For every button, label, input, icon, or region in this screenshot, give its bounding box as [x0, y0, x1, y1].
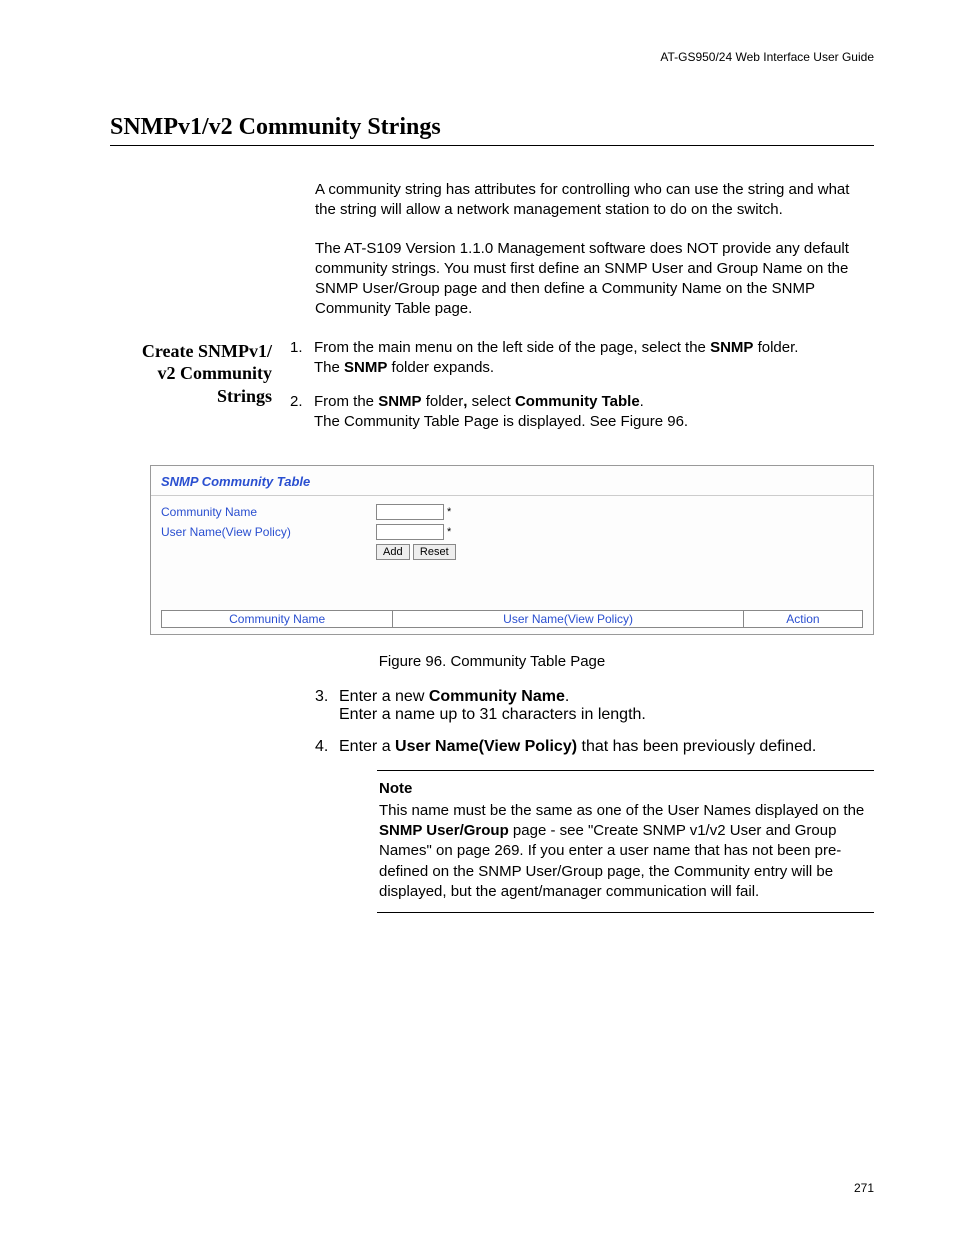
- subsection-heading-line3: Strings: [217, 386, 272, 406]
- step-4-text-b: that has been previously defined.: [577, 738, 816, 755]
- note-text-1: This name must be the same as one of the…: [379, 802, 864, 819]
- col-user-name: User Name(View Policy): [393, 610, 744, 627]
- required-star-icon: *: [447, 506, 451, 518]
- subsection-heading-line2: v2 Community: [157, 363, 272, 383]
- intro-paragraph-1: A community string has attributes for co…: [315, 180, 874, 221]
- step-number: 2.: [290, 392, 314, 433]
- user-name-input[interactable]: [376, 524, 444, 540]
- step-4: 4. Enter a User Name(View Policy) that h…: [315, 738, 874, 914]
- step-2-text-b: folder: [422, 393, 464, 410]
- screenshot-title: SNMP Community Table: [151, 466, 873, 491]
- step-1-text-a: From the main menu on the left side of t…: [314, 339, 710, 356]
- step-1-bold-c: SNMP: [344, 359, 387, 376]
- required-star-icon: *: [447, 526, 451, 538]
- community-table-screenshot: SNMP Community Table Community Name * Us…: [150, 465, 874, 635]
- step-1: 1. From the main menu on the left side o…: [290, 338, 874, 379]
- community-name-label: Community Name: [161, 505, 376, 519]
- step-2-text-d: .: [640, 393, 644, 410]
- step-4-text-a: Enter a: [339, 738, 395, 755]
- step-2-bold-2: Community Table: [515, 393, 640, 410]
- doc-header: AT-GS950/24 Web Interface User Guide: [110, 50, 874, 64]
- step-2-text-a: From the: [314, 393, 378, 410]
- step-3-text-b: .: [565, 688, 569, 705]
- step-number: 1.: [290, 338, 314, 379]
- intro-paragraph-2: The AT-S109 Version 1.1.0 Management sof…: [315, 239, 874, 320]
- step-3-text-c: Enter a name up to 31 characters in leng…: [339, 706, 874, 724]
- step-number: 3.: [315, 688, 339, 724]
- user-name-label: User Name(View Policy): [161, 525, 376, 539]
- section-title: SNMPv1/v2 Community Strings: [110, 114, 874, 146]
- step-2-text-c: select: [467, 393, 515, 410]
- page-number: 271: [854, 1181, 874, 1195]
- step-3: 3. Enter a new Community Name. Enter a n…: [315, 688, 874, 724]
- note-box: Note This name must be the same as one o…: [377, 770, 874, 914]
- step-1-text-c1: The: [314, 359, 344, 376]
- col-community-name: Community Name: [162, 610, 393, 627]
- step-number: 4.: [315, 738, 339, 914]
- subsection-heading-line1: Create SNMPv1/: [142, 341, 272, 361]
- step-2: 2. From the SNMP folder, select Communit…: [290, 392, 874, 433]
- step-1-text-b: folder.: [753, 339, 798, 356]
- step-3-bold: Community Name: [429, 688, 565, 705]
- community-table-grid: Community Name User Name(View Policy) Ac…: [161, 610, 863, 628]
- note-bold: SNMP User/Group: [379, 822, 509, 839]
- step-1-text-c2: folder expands.: [387, 359, 494, 376]
- step-1-bold: SNMP: [710, 339, 753, 356]
- reset-button[interactable]: Reset: [413, 544, 456, 560]
- col-action: Action: [743, 610, 862, 627]
- step-4-bold: User Name(View Policy): [395, 738, 577, 755]
- step-2-bold-1: SNMP: [378, 393, 421, 410]
- community-name-input[interactable]: [376, 504, 444, 520]
- step-2-text-e: The Community Table Page is displayed. S…: [314, 412, 874, 432]
- note-label: Note: [379, 779, 872, 799]
- figure-caption: Figure 96. Community Table Page: [110, 653, 874, 670]
- add-button[interactable]: Add: [376, 544, 410, 560]
- divider: [151, 495, 873, 496]
- step-3-text-a: Enter a new: [339, 688, 429, 705]
- subsection-heading: Create SNMPv1/ v2 Community Strings: [110, 338, 290, 447]
